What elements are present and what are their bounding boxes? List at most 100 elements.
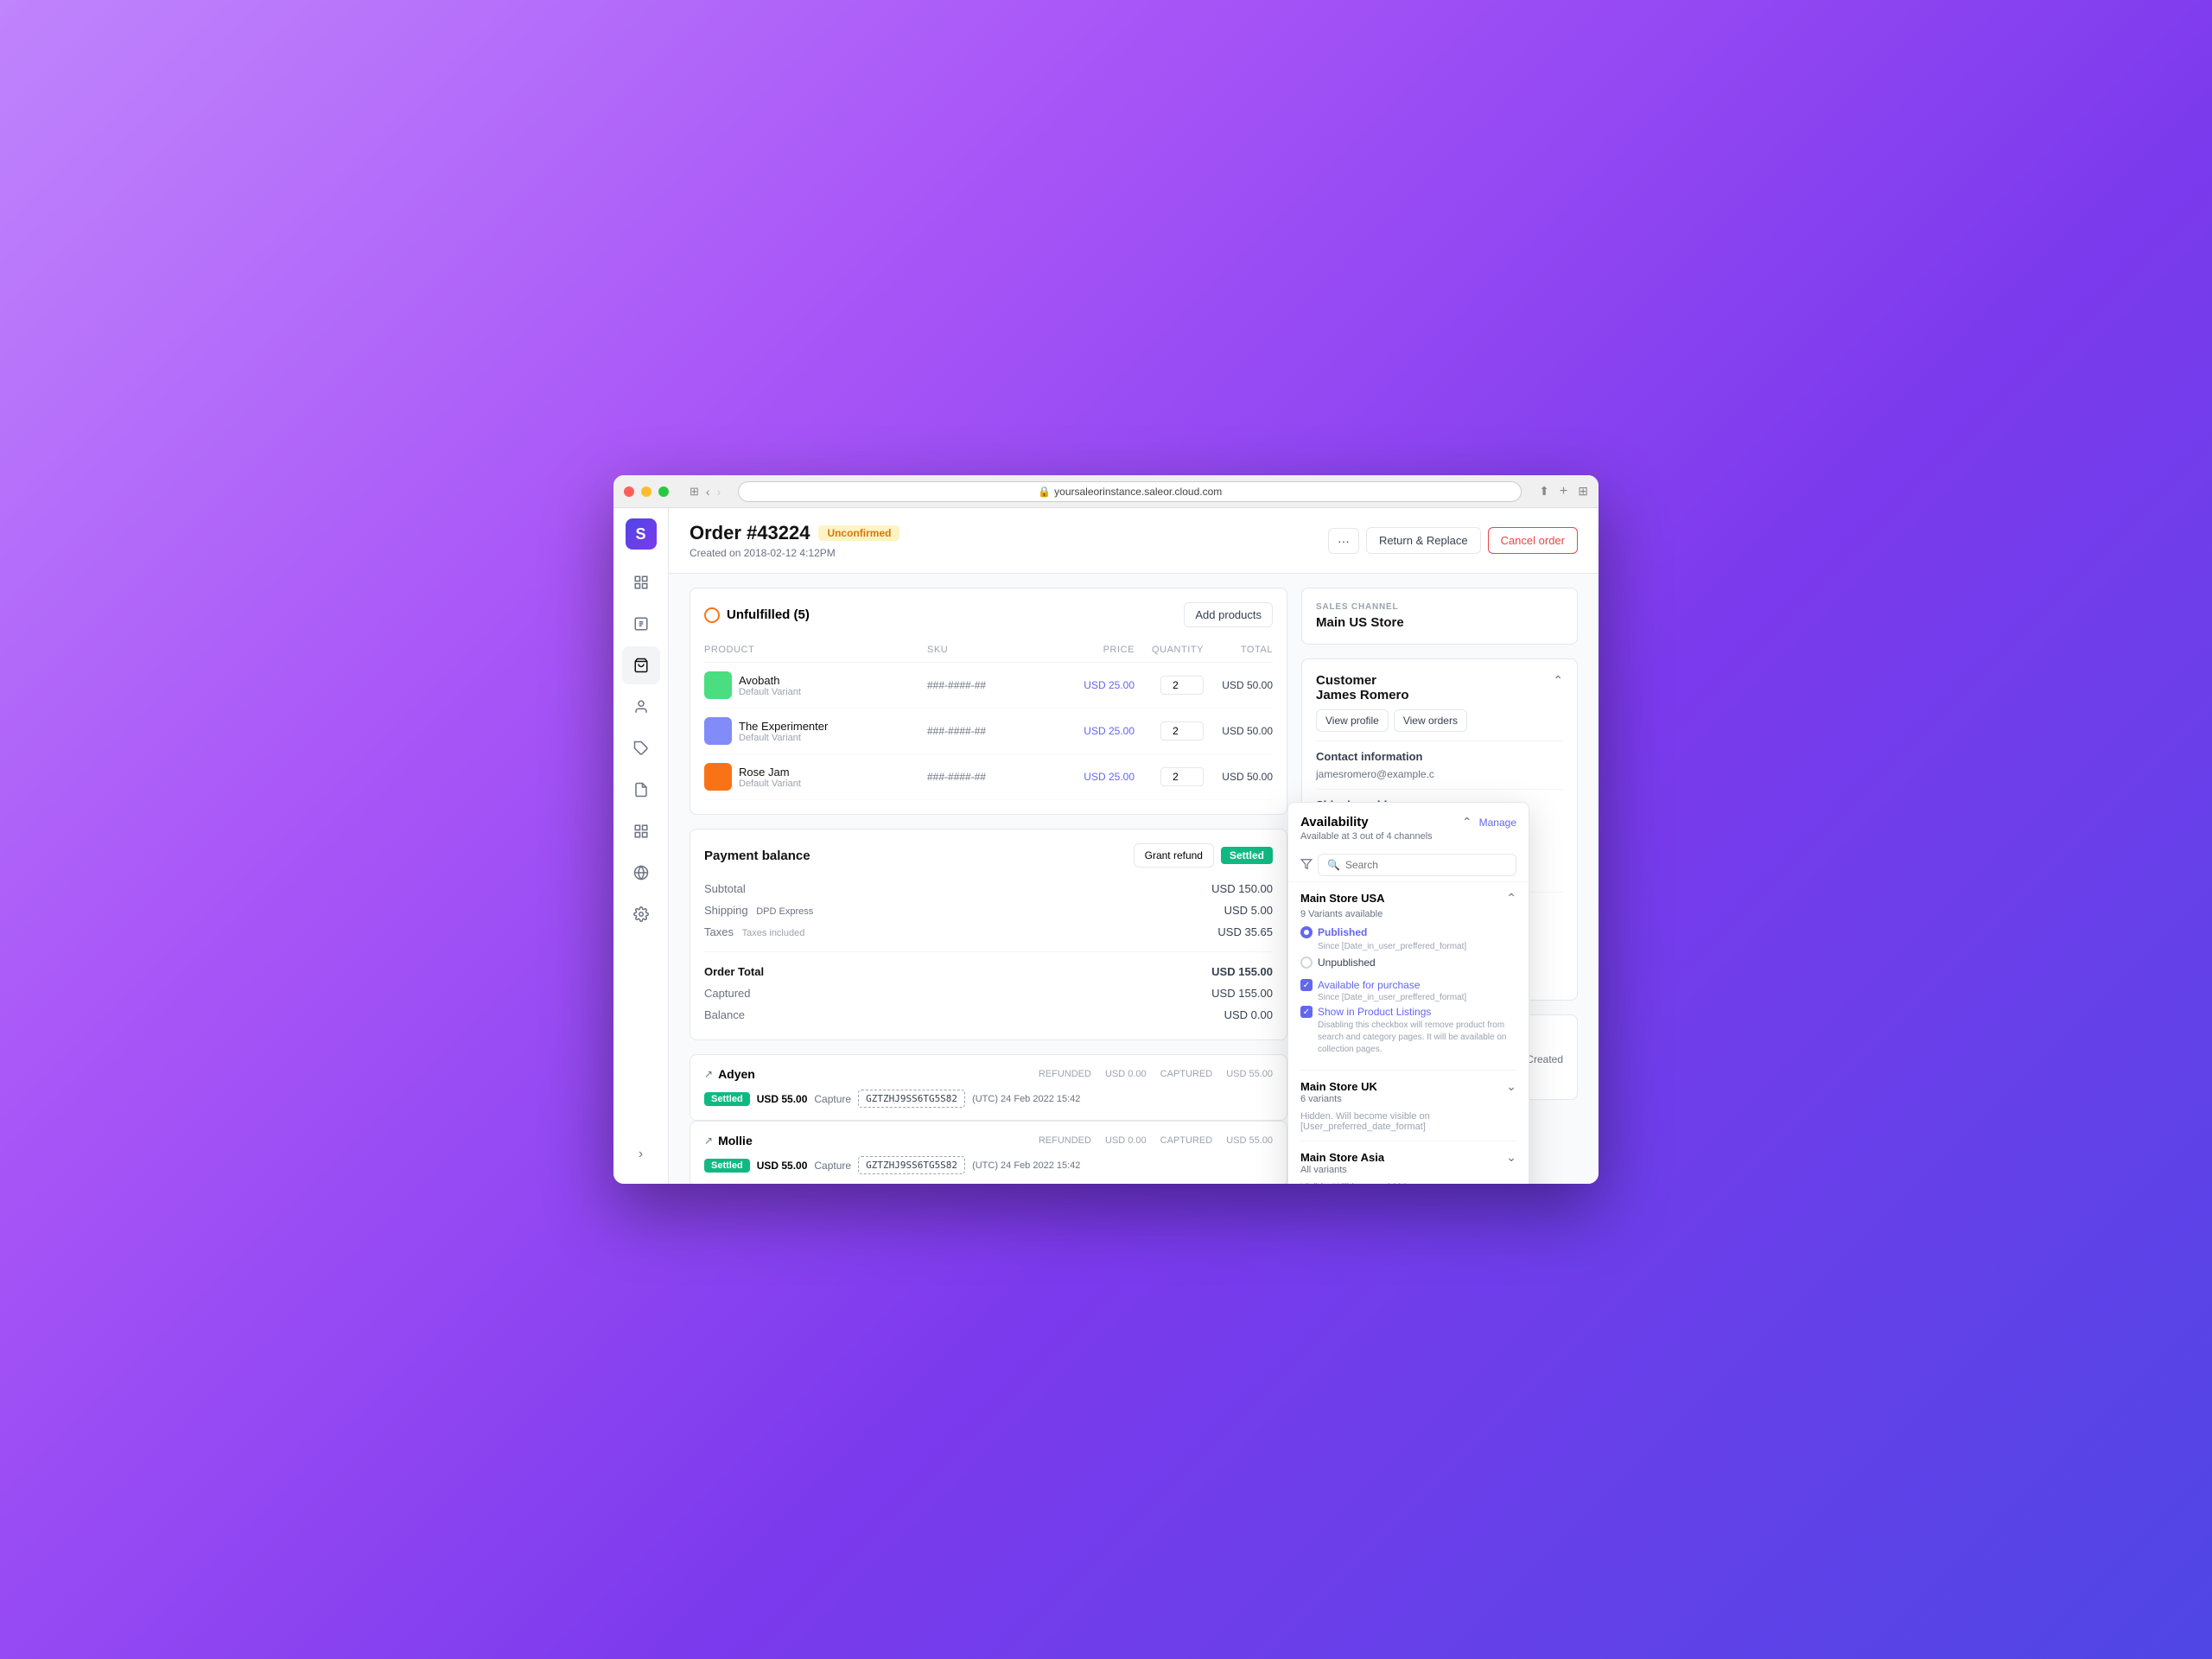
store-uk-name: Main Store UK	[1300, 1080, 1377, 1093]
captured-label: CAPTURED	[1160, 1069, 1213, 1079]
back-button[interactable]: ‹	[706, 485, 710, 499]
availability-panel: Availability ⌃ Manage Available at 3 out…	[1287, 802, 1529, 1184]
traffic-light-yellow[interactable]	[641, 486, 652, 497]
app-logo[interactable]: S	[626, 518, 657, 550]
payment-provider-adyen: ↗ Adyen REFUNDED USD 0.00 CAPTURED USD 5…	[690, 1054, 1287, 1121]
shipping-method: DPD Express	[756, 906, 813, 917]
transaction-id: GZTZHJ9SS6TG5S82	[858, 1090, 965, 1108]
refunded-value: USD 0.00	[1105, 1069, 1147, 1079]
payment-order-total-row: Order Total USD 155.00	[704, 961, 1273, 982]
product-thumb-2	[704, 763, 732, 791]
sidebar-item-dashboard[interactable]	[622, 563, 660, 601]
more-options-button[interactable]: ···	[1328, 528, 1359, 554]
available-for-purchase-row[interactable]: ✓ Available for purchase	[1300, 979, 1516, 991]
published-radio	[1300, 926, 1313, 938]
tab-grid-icon[interactable]: ⊞	[1578, 484, 1588, 499]
order-total-value: USD 155.00	[1211, 965, 1273, 978]
product-variant-1: Default Variant	[739, 733, 828, 743]
published-radio-row[interactable]: Published	[1300, 926, 1516, 938]
cancel-order-button[interactable]: Cancel order	[1488, 527, 1578, 554]
product-variant-0: Default Variant	[739, 687, 801, 697]
product-thumb-0	[704, 671, 732, 699]
provider-action: Capture	[814, 1093, 851, 1105]
availability-collapse-button[interactable]: ⌃	[1462, 815, 1472, 830]
published-label: Published	[1318, 926, 1367, 938]
sidebar-toggle-icon[interactable]: ⊞	[690, 485, 699, 499]
provider-link-icon: ↗	[704, 1135, 713, 1147]
address-bar[interactable]: 🔒 yoursaleorinstance.saleor.cloud.com	[738, 481, 1522, 502]
product-name-0: Avobath	[739, 674, 801, 687]
unfulfilled-status-circle	[704, 607, 720, 623]
sidebar-expand-button[interactable]: ›	[622, 1135, 660, 1173]
app-sidebar: S	[613, 508, 669, 1184]
product-qty-0[interactable]	[1160, 676, 1204, 695]
customer-collapse-button[interactable]: ⌃	[1553, 673, 1563, 688]
sidebar-item-tags[interactable]	[622, 729, 660, 767]
add-products-button[interactable]: Add products	[1184, 602, 1273, 627]
available-purchase-checkbox[interactable]: ✓	[1300, 979, 1313, 991]
availability-title: Availability	[1300, 815, 1369, 830]
product-qty-2[interactable]	[1160, 767, 1204, 786]
return-replace-button[interactable]: Return & Replace	[1366, 527, 1481, 554]
view-profile-button[interactable]: View profile	[1316, 709, 1389, 732]
available-purchase-label: Available for purchase	[1318, 979, 1421, 991]
provider-status-badge: Settled	[704, 1159, 750, 1173]
provider-amount: USD 55.00	[757, 1093, 808, 1105]
traffic-light-red[interactable]	[624, 486, 634, 497]
new-tab-icon[interactable]: +	[1560, 484, 1567, 499]
product-sku-2: ###-####-##	[927, 771, 1048, 783]
availability-search-input[interactable]	[1345, 859, 1507, 871]
payment-subtotal-row: Subtotal USD 150.00	[704, 878, 1273, 899]
show-in-listings-row[interactable]: ✓ Show in Product Listings	[1300, 1006, 1516, 1018]
store-usa-collapse[interactable]: ⌃	[1506, 891, 1516, 906]
sidebar-item-settings[interactable]	[622, 895, 660, 933]
order-date: Created on 2018-02-12 4:12PM	[690, 547, 899, 559]
product-thumb-1	[704, 717, 732, 745]
sidebar-item-apps[interactable]	[622, 812, 660, 850]
store-asia-expand[interactable]: ⌄	[1506, 1150, 1516, 1165]
product-info-1: The Experimenter Default Variant	[704, 717, 927, 745]
transaction-date: (UTC) 24 Feb 2022 15:42	[972, 1094, 1080, 1104]
url-text: yoursaleorinstance.saleor.cloud.com	[1054, 486, 1222, 498]
sidebar-item-orders[interactable]	[622, 605, 660, 643]
unpublished-label: Unpublished	[1318, 957, 1376, 969]
share-icon[interactable]: ⬆	[1539, 484, 1549, 499]
payment-captured-row: Captured USD 155.00	[704, 982, 1273, 1004]
store-uk-expand[interactable]: ⌄	[1506, 1079, 1516, 1094]
show-listings-checkbox[interactable]: ✓	[1300, 1006, 1313, 1018]
unpublished-radio-row[interactable]: Unpublished	[1300, 957, 1516, 969]
provider-action: Capture	[814, 1160, 851, 1172]
subtotal-label: Subtotal	[704, 882, 746, 895]
forward-button[interactable]: ›	[717, 485, 721, 499]
grant-refund-button[interactable]: Grant refund	[1134, 843, 1214, 868]
captured-label: CAPTURED	[1160, 1135, 1213, 1146]
payment-balance-row: Balance USD 0.00	[704, 1004, 1273, 1026]
balance-label: Balance	[704, 1008, 745, 1021]
captured-label: Captured	[704, 987, 750, 1000]
taxes-label: Taxes Taxes included	[704, 925, 804, 938]
customer-section-title: Customer	[1316, 673, 1376, 688]
sidebar-item-channels[interactable]	[622, 854, 660, 892]
product-row: The Experimenter Default Variant ###-###…	[704, 709, 1273, 754]
product-price-0[interactable]: USD 25.00	[1084, 679, 1135, 691]
product-total-1: USD 50.00	[1204, 725, 1273, 737]
order-total-label: Order Total	[704, 965, 764, 978]
product-sku-1: ###-####-##	[927, 725, 1048, 737]
transaction-date: (UTC) 24 Feb 2022 15:42	[972, 1160, 1080, 1171]
product-total-0: USD 50.00	[1204, 679, 1273, 691]
product-price-1[interactable]: USD 25.00	[1084, 725, 1135, 737]
product-price-2[interactable]: USD 25.00	[1084, 771, 1135, 783]
sales-channel-card: SALES CHANNEL Main US Store	[1301, 588, 1578, 645]
product-name-2: Rose Jam	[739, 766, 801, 779]
product-qty-1[interactable]	[1160, 721, 1204, 741]
left-column: Unfulfilled (5) Add products Product SKU…	[690, 588, 1287, 1170]
sidebar-item-content[interactable]	[622, 771, 660, 809]
sidebar-item-customers[interactable]	[622, 688, 660, 726]
traffic-light-green[interactable]	[658, 486, 669, 497]
filter-icon[interactable]	[1300, 858, 1313, 873]
view-orders-button[interactable]: View orders	[1394, 709, 1467, 732]
sidebar-item-cart[interactable]	[622, 646, 660, 684]
manage-button[interactable]: Manage	[1479, 817, 1516, 829]
product-row: Avobath Default Variant ###-####-## USD …	[704, 663, 1273, 709]
payment-shipping-row: Shipping DPD Express USD 5.00	[704, 899, 1273, 921]
